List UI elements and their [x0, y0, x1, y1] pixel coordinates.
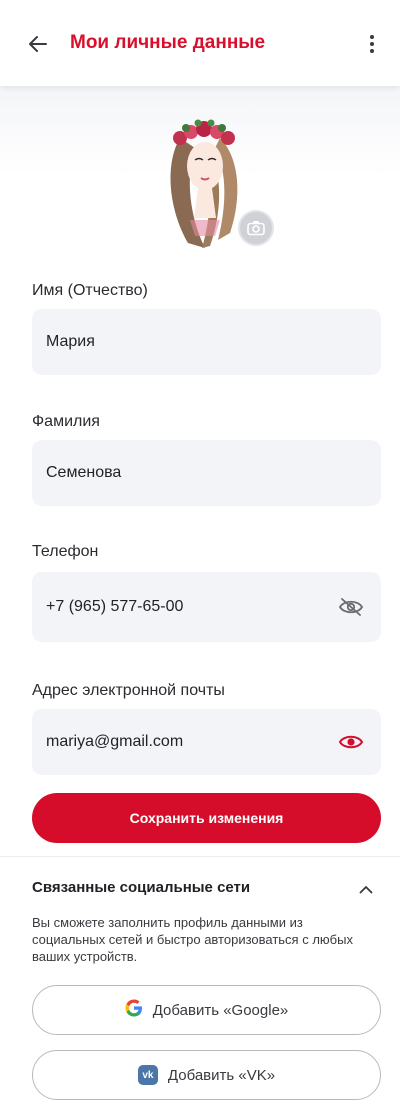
first-name-label: Имя (Отчество) [32, 282, 148, 299]
vk-icon: vk [137, 1065, 158, 1085]
page-title: Мои личные данные [70, 32, 266, 53]
last-name-label: Фамилия [32, 413, 100, 430]
chevron-up-icon[interactable] [352, 875, 380, 903]
email-field[interactable]: mariya@gmail.com [32, 709, 381, 775]
save-changes-button[interactable]: Сохранить изменения [32, 793, 381, 843]
add-google-button[interactable]: Добавить «Google» [32, 985, 381, 1035]
add-google-label: Добавить «Google» [152, 1001, 289, 1019]
first-name-value: Мария [46, 333, 95, 350]
arrow-left-icon[interactable] [22, 28, 54, 60]
phone-field[interactable]: +7 (965) 577-65-00 [32, 572, 381, 642]
camera-icon[interactable] [238, 210, 274, 246]
last-name-value: Семенова [46, 464, 122, 481]
add-vk-label: Добавить «VK» [167, 1066, 276, 1084]
app-bar: Мои личные данные [0, 0, 400, 86]
social-description: Вы сможете заполнить профиль данными из … [32, 915, 353, 964]
google-icon [125, 999, 143, 1021]
email-value: mariya@gmail.com [46, 733, 184, 750]
email-label: Адрес электронной почты [32, 682, 225, 699]
last-name-field[interactable]: Семенова [32, 440, 381, 506]
first-name-field[interactable]: Мария [32, 309, 381, 375]
phone-label: Телефон [32, 543, 99, 560]
eye-off-icon[interactable] [335, 591, 367, 623]
linked-social-networks-section: Связанные социальные сети Вы сможете зап… [0, 856, 400, 1113]
social-section-title: Связанные социальные сети [32, 879, 251, 896]
eye-icon[interactable] [335, 726, 367, 758]
phone-value: +7 (965) 577-65-00 [46, 598, 184, 615]
more-vertical-icon[interactable] [356, 28, 388, 60]
avatar[interactable] [160, 108, 250, 253]
add-vk-button[interactable]: vk Добавить «VK» [32, 1050, 381, 1100]
